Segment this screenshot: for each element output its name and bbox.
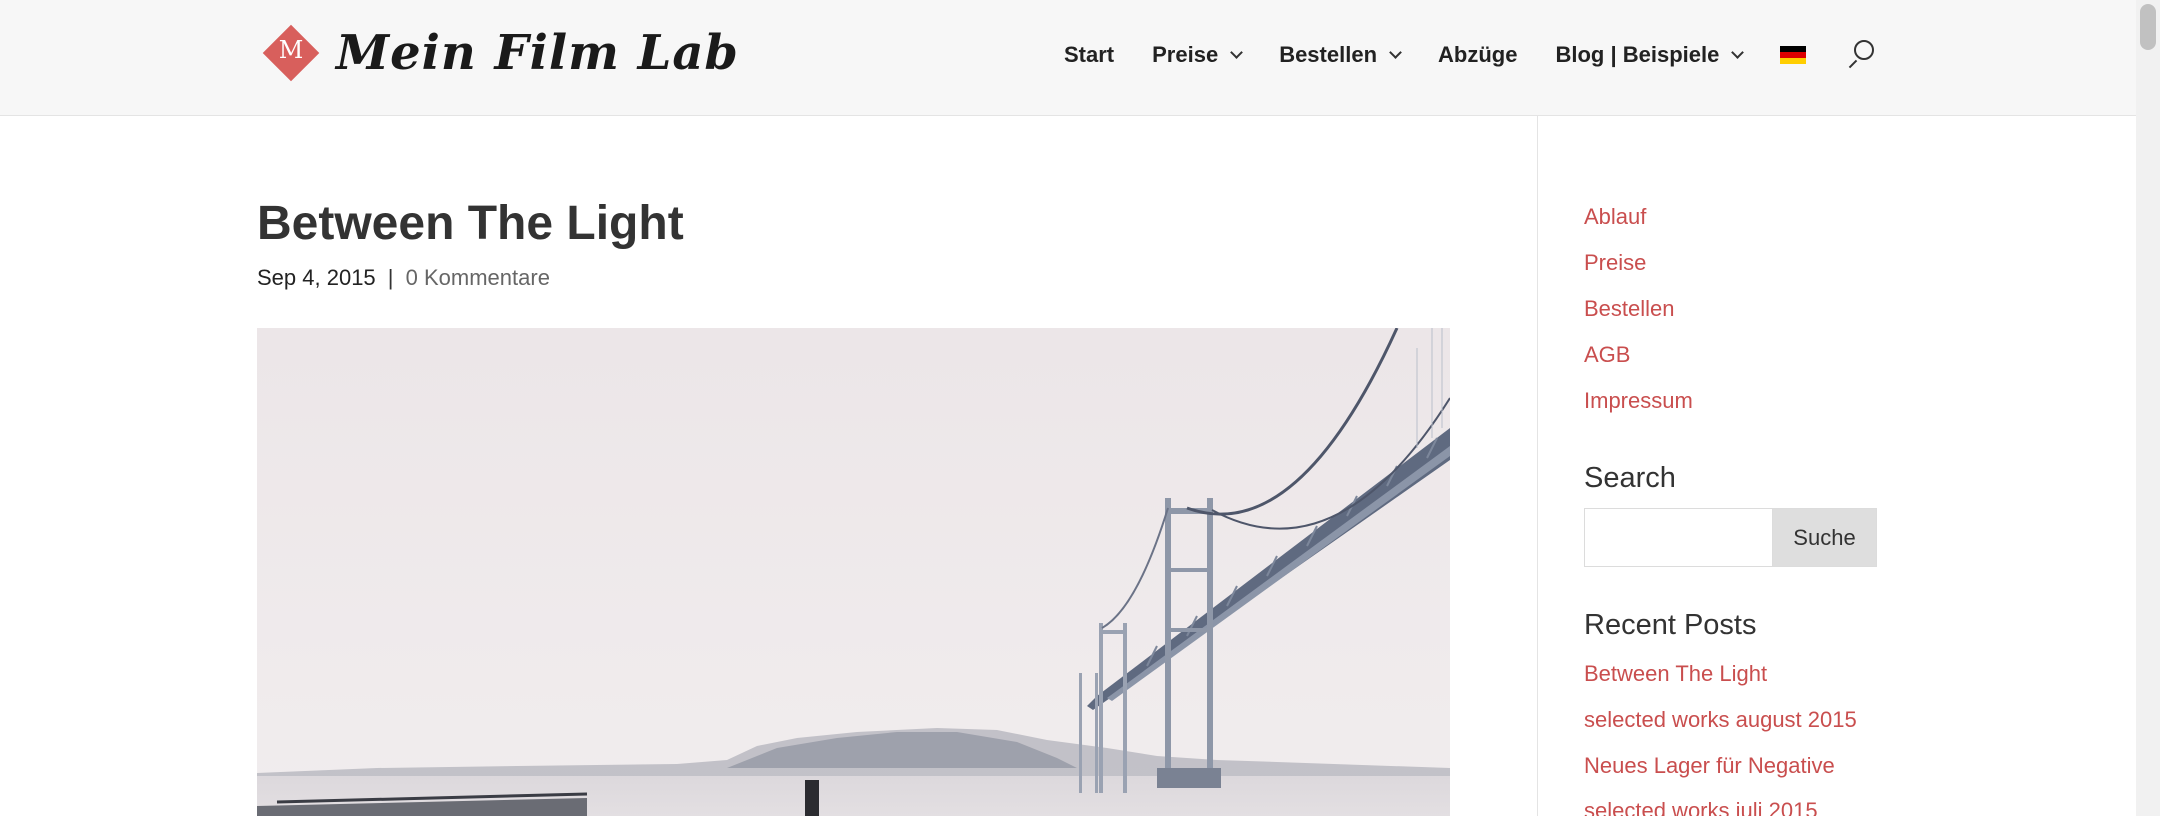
recent-post-link[interactable]: selected works august 2015 [1584, 707, 1857, 733]
sidebar-search-input[interactable] [1584, 508, 1772, 567]
nav-item-label: Start [1064, 42, 1115, 67]
nav-item-blog[interactable]: Blog | Beispiele [1555, 42, 1745, 68]
recent-post-link[interactable]: Neues Lager für Negative [1584, 753, 1835, 779]
sidebar-link-agb[interactable]: AGB [1584, 342, 1630, 368]
nav-item-preise[interactable]: Preise [1152, 42, 1244, 68]
nav-item-label: Abzüge [1438, 42, 1518, 67]
featured-image [257, 328, 1450, 816]
sidebar-divider [1537, 116, 1538, 816]
nav-item-abzuege[interactable]: Abzüge [1438, 42, 1517, 68]
post-meta: Sep 4, 2015 | 0 Kommentare [257, 265, 550, 291]
bridge-photo [257, 328, 1450, 816]
search-submit-button[interactable]: Suche [1772, 508, 1877, 567]
post-title: Between The Light [257, 197, 684, 250]
search-icon[interactable] [1846, 40, 1875, 70]
nav-item-label: Bestellen [1279, 42, 1378, 67]
nav-item-label: Blog | Beispiele [1555, 42, 1720, 67]
recent-post-link[interactable]: Between The Light [1584, 661, 1767, 687]
recent-posts-title: Recent Posts [1584, 609, 1757, 641]
sidebar-link-bestellen[interactable]: Bestellen [1584, 296, 1675, 322]
german-flag-icon[interactable] [1780, 46, 1807, 64]
recent-post-link[interactable]: selected works juli 2015 [1584, 798, 1818, 816]
sidebar-link-ablauf[interactable]: Ablauf [1584, 204, 1646, 230]
chevron-down-icon [1389, 45, 1402, 59]
chevron-down-icon [1731, 45, 1745, 59]
chevron-down-icon [1230, 45, 1244, 59]
scrollbar-thumb[interactable] [2140, 4, 2156, 50]
logo-mark-letter: M [278, 36, 304, 64]
site-logo[interactable]: M Mein Film Lab [260, 18, 739, 88]
nav-item-start[interactable]: Start [1064, 42, 1114, 68]
nav-item-label: Preise [1152, 42, 1219, 67]
sidebar-link-preise[interactable]: Preise [1584, 250, 1646, 276]
search-widget-title: Search [1584, 462, 1676, 494]
main-navigation: Start Preise Bestellen Abzüge Blog | Bei… [1064, 38, 1875, 72]
nav-item-bestellen[interactable]: Bestellen [1279, 42, 1402, 68]
logo-wordmark: Mein Film Lab [336, 25, 739, 81]
page-scrollbar[interactable] [2136, 0, 2160, 816]
sidebar-link-impressum[interactable]: Impressum [1584, 388, 1693, 414]
meta-separator: | [387, 265, 394, 290]
site-header: M Mein Film Lab Start Preise Bestellen A… [0, 0, 2136, 116]
post-date: Sep 4, 2015 [257, 265, 376, 290]
comments-link[interactable]: 0 Kommentare [406, 265, 550, 290]
logo-mark-icon: M [260, 22, 322, 84]
